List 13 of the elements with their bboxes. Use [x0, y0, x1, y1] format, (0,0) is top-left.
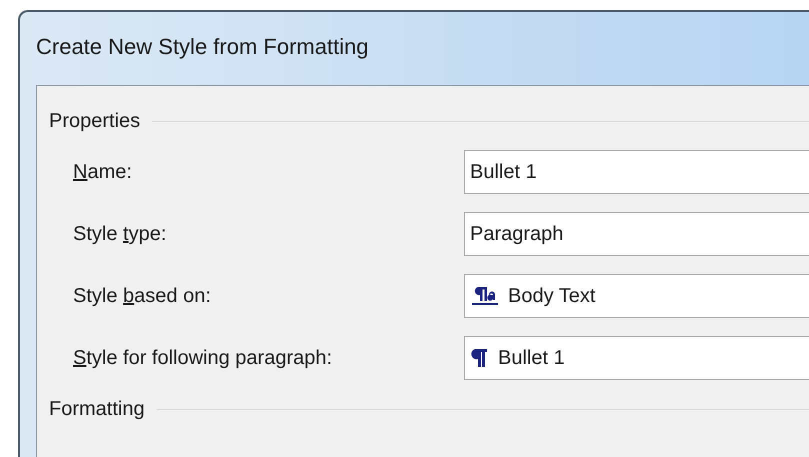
input-field[interactable]: Paragraph — [464, 212, 809, 256]
group-heading: Properties — [49, 109, 140, 134]
paragraph-icon — [470, 347, 490, 369]
field-label: Style based on: — [73, 284, 212, 309]
window-title: Create New Style from Formatting — [36, 33, 369, 61]
input-field[interactable]: Bullet 1 — [464, 150, 809, 194]
input-field[interactable]: Bullet 1 — [464, 336, 809, 380]
input-field[interactable]: Body Text — [464, 274, 809, 318]
linked-style-icon — [470, 285, 500, 307]
field-label: Style for following paragraph: — [73, 346, 334, 371]
field-label: Style type: — [73, 222, 168, 247]
field-label: Name: — [73, 160, 133, 185]
group-heading: Formatting — [49, 397, 145, 422]
